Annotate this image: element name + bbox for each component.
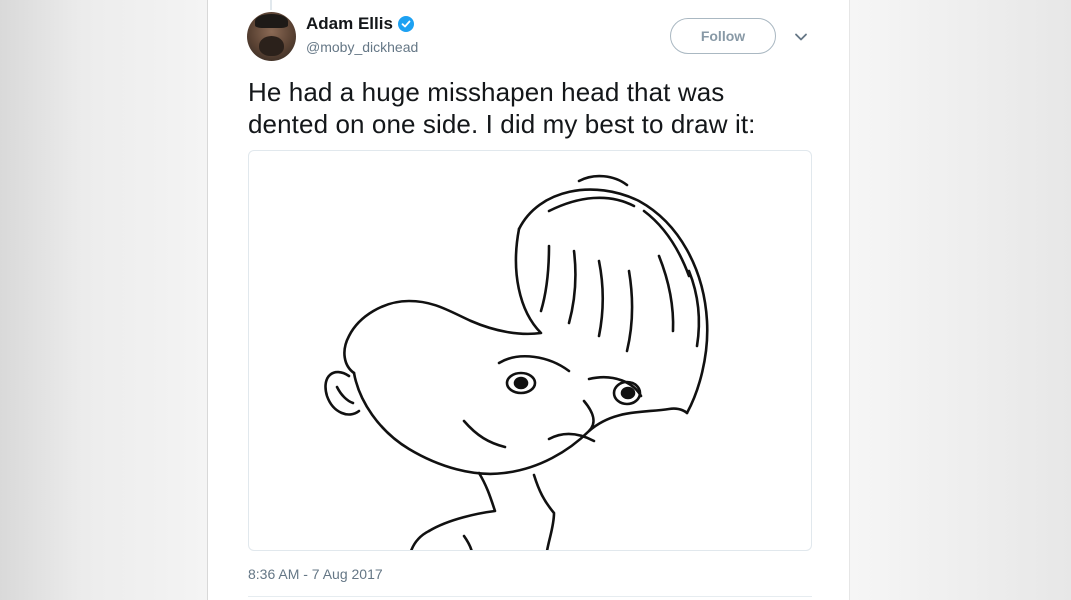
tweet-timestamp[interactable]: 8:36 AM - 7 Aug 2017 bbox=[248, 566, 383, 582]
author-name[interactable]: Adam Ellis bbox=[306, 14, 393, 34]
follow-button[interactable]: Follow bbox=[670, 18, 776, 54]
tweet-text-line-2: dented on one side. I did my best to dra… bbox=[248, 109, 756, 139]
verified-badge-icon bbox=[397, 16, 414, 32]
page-background-right bbox=[850, 0, 1071, 600]
tweet-text-line-1: He had a huge misshapen head that was bbox=[248, 77, 725, 107]
author-avatar[interactable] bbox=[247, 12, 296, 61]
tweet-card: Adam Ellis @moby_dickhead Follow He had … bbox=[207, 0, 850, 600]
author-name-row[interactable]: Adam Ellis bbox=[306, 14, 414, 34]
page-background-left bbox=[0, 0, 207, 600]
stats-divider bbox=[248, 596, 812, 597]
tweet-text: He had a huge misshapen head that was de… bbox=[248, 76, 828, 140]
avatar-beard bbox=[259, 36, 284, 56]
tweet-media-image[interactable] bbox=[248, 150, 812, 551]
author-handle[interactable]: @moby_dickhead bbox=[306, 39, 418, 55]
thread-connector-line bbox=[270, 0, 272, 10]
avatar-hair bbox=[255, 14, 288, 28]
misshapen-head-drawing bbox=[324, 174, 709, 550]
chevron-down-icon[interactable] bbox=[792, 28, 810, 46]
